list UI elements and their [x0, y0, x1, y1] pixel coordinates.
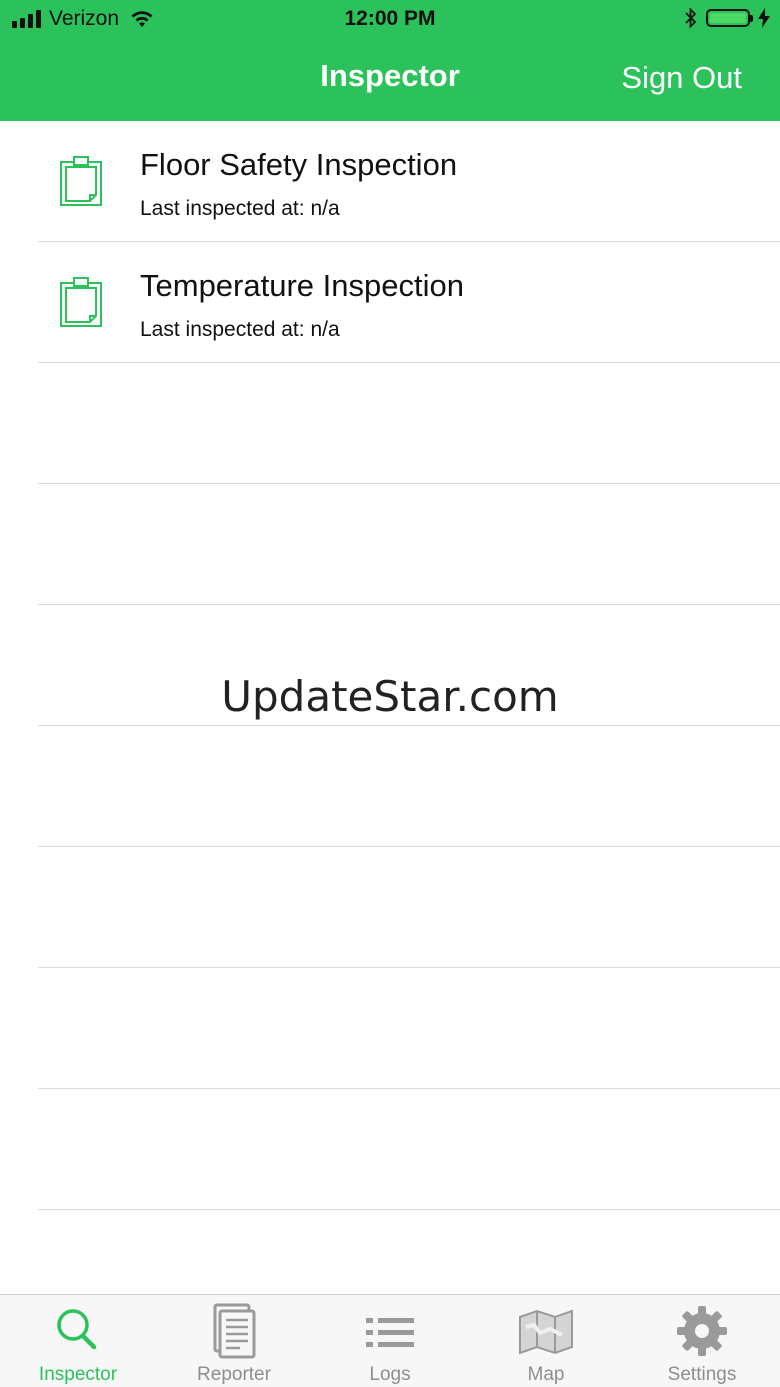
tab-label: Map — [527, 1364, 565, 1385]
list-icon — [366, 1318, 414, 1347]
gear-icon — [677, 1306, 727, 1356]
status-bar: Verizon 12:00 PM — [0, 0, 780, 40]
search-icon — [57, 1309, 97, 1350]
tab-settings[interactable]: Settings — [624, 1295, 780, 1387]
inspection-row[interactable]: Floor Safety Inspection Last inspected a… — [0, 121, 780, 242]
tab-label: Reporter — [197, 1364, 271, 1385]
empty-row — [0, 968, 780, 1089]
inspection-list: Floor Safety Inspection Last inspected a… — [0, 121, 780, 1331]
last-inspected-label: Last inspected at: n/a — [140, 318, 340, 341]
tab-bar: Inspector Reporter Logs Map Settings — [0, 1294, 780, 1387]
inspection-row[interactable]: Temperature Inspection Last inspected at… — [0, 242, 780, 363]
map-icon — [519, 1309, 573, 1355]
watermark: UpdateStar.com — [221, 672, 559, 721]
tab-map[interactable]: Map — [468, 1295, 624, 1387]
nav-header: Verizon 12:00 PM Inspector Sign Out — [0, 0, 780, 121]
tab-label: Settings — [667, 1364, 737, 1385]
inspection-title: Temperature Inspection — [140, 268, 464, 303]
clipboard-icon — [60, 156, 102, 206]
empty-row — [0, 363, 780, 484]
tab-label: Logs — [369, 1364, 411, 1385]
tab-label: Inspector — [38, 1364, 118, 1385]
inspection-title: Floor Safety Inspection — [140, 147, 458, 182]
empty-row — [0, 847, 780, 968]
tab-reporter[interactable]: Reporter — [156, 1295, 312, 1387]
empty-row — [0, 726, 780, 847]
document-icon — [213, 1303, 256, 1359]
empty-row — [0, 1089, 780, 1210]
bluetooth-icon — [685, 7, 697, 29]
tab-inspector[interactable]: Inspector — [0, 1295, 156, 1387]
battery-icon — [706, 9, 753, 27]
clock: 12:00 PM — [344, 7, 436, 30]
last-inspected-label: Last inspected at: n/a — [140, 197, 340, 220]
charging-bolt-icon — [758, 8, 770, 28]
tab-logs[interactable]: Logs — [312, 1295, 468, 1387]
sign-out-button[interactable]: Sign Out — [621, 60, 742, 96]
battery-level — [710, 13, 746, 23]
empty-row — [0, 484, 780, 605]
clipboard-icon — [60, 277, 102, 327]
